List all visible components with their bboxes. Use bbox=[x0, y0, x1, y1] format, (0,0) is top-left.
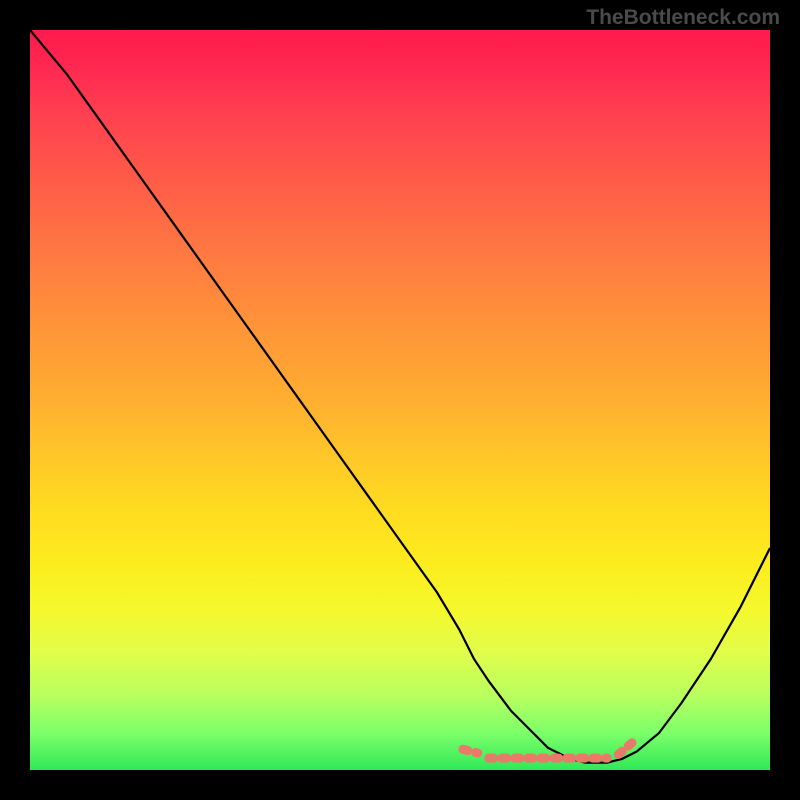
watermark-text: TheBottleneck.com bbox=[586, 6, 780, 30]
recommended-range-markers bbox=[463, 742, 633, 758]
chart-overlay bbox=[30, 30, 770, 770]
chart-plot-area bbox=[30, 30, 770, 770]
bottleneck-curve-line bbox=[30, 30, 770, 763]
